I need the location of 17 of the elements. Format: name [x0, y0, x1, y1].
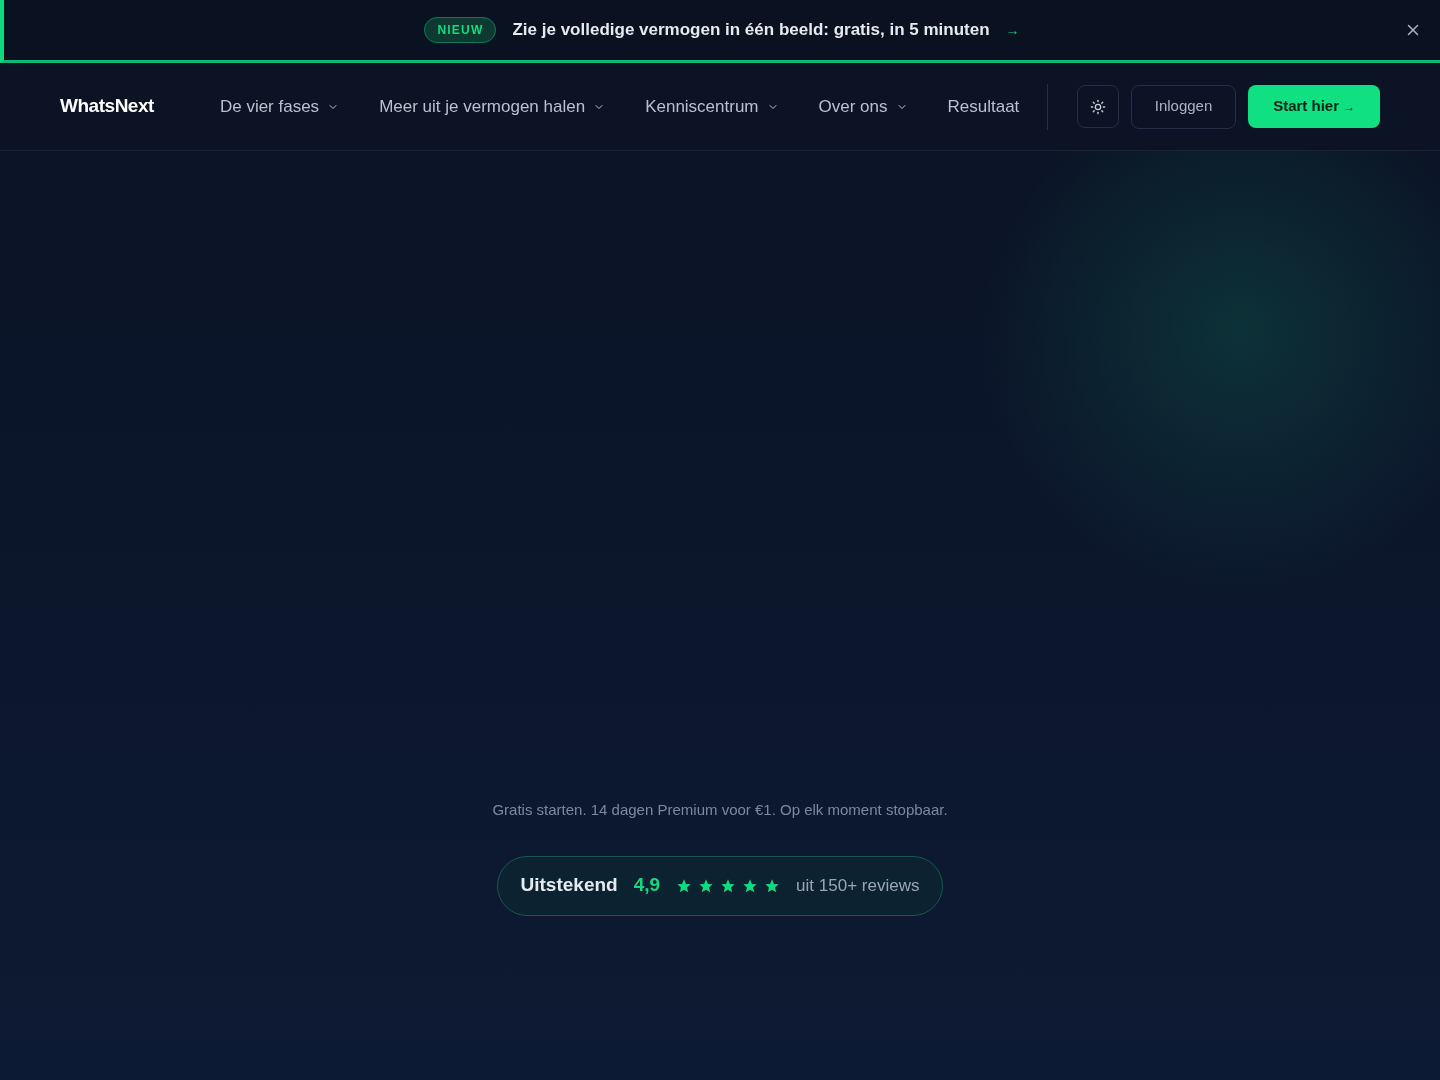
theme-toggle-button[interactable]: [1077, 85, 1119, 128]
nav-link[interactable]: Kenniscentrum: [645, 93, 779, 120]
review-count: uit 150+ reviews: [796, 874, 920, 897]
nav-link[interactable]: Meer uit je vermogen halen: [379, 93, 606, 120]
login-button[interactable]: Inloggen: [1130, 84, 1237, 129]
arrow-icon: →: [1005, 20, 1020, 40]
sun-icon: [1090, 98, 1106, 115]
rating-label: Uitstekend: [520, 873, 618, 898]
start-button[interactable]: Start hier →: [1248, 85, 1380, 128]
announcement-link[interactable]: Zie je volledige vermogen in één beeld: gratis, in 5 minuten: [512, 17, 990, 43]
nav-link[interactable]: De vier fases: [219, 93, 340, 120]
hero-note: Gratis starten. 14 dagen Premium voor €1. Op elk moment stopbaar.: [492, 800, 948, 820]
nav-link[interactable]: Resultaat: [947, 93, 1020, 120]
rating-score: 4,9: [633, 873, 661, 898]
logo[interactable]: WhatsNext: [60, 92, 154, 121]
nav-link[interactable]: Over ons: [818, 93, 908, 120]
new-badge: NIEUW: [424, 17, 497, 43]
